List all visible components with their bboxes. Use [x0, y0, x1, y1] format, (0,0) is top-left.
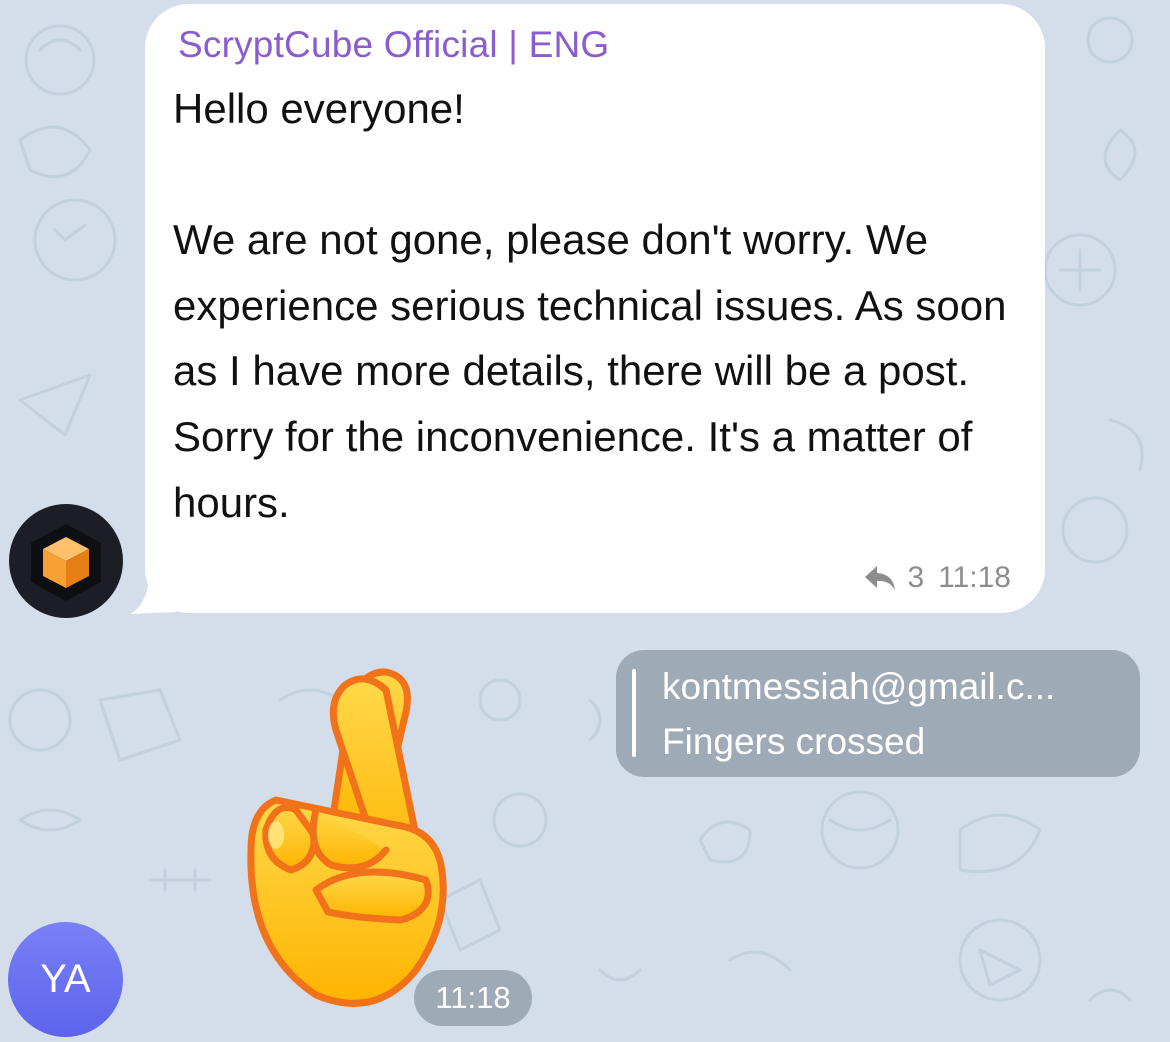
channel-message-bubble[interactable]: ScryptCube Official | ENG Hello everyone… — [145, 4, 1045, 613]
forward-count: 3 — [907, 561, 925, 594]
channel-avatar[interactable] — [9, 504, 123, 618]
user-avatar[interactable]: YA — [8, 922, 123, 1037]
orange-cube-logo-icon — [31, 524, 101, 601]
message-meta: 3 11:18 — [863, 561, 1011, 595]
reply-author: kontmessiah@gmail.c... — [662, 666, 1056, 707]
message-time: 11:18 — [938, 561, 1011, 594]
reply-text: Fingers crossed — [662, 721, 926, 762]
share-arrow-icon[interactable] — [863, 564, 897, 592]
sticker-time: 11:18 — [414, 970, 532, 1026]
message-text: Hello everyone! We are not gone, please … — [173, 85, 1007, 526]
sender-name[interactable]: ScryptCube Official | ENG — [178, 24, 609, 66]
reply-bar — [632, 669, 636, 757]
crossed-fingers-emoji-icon[interactable] — [236, 650, 456, 1010]
reply-preview[interactable]: kontmessiah@gmail.c... Fingers crossed — [616, 650, 1140, 777]
